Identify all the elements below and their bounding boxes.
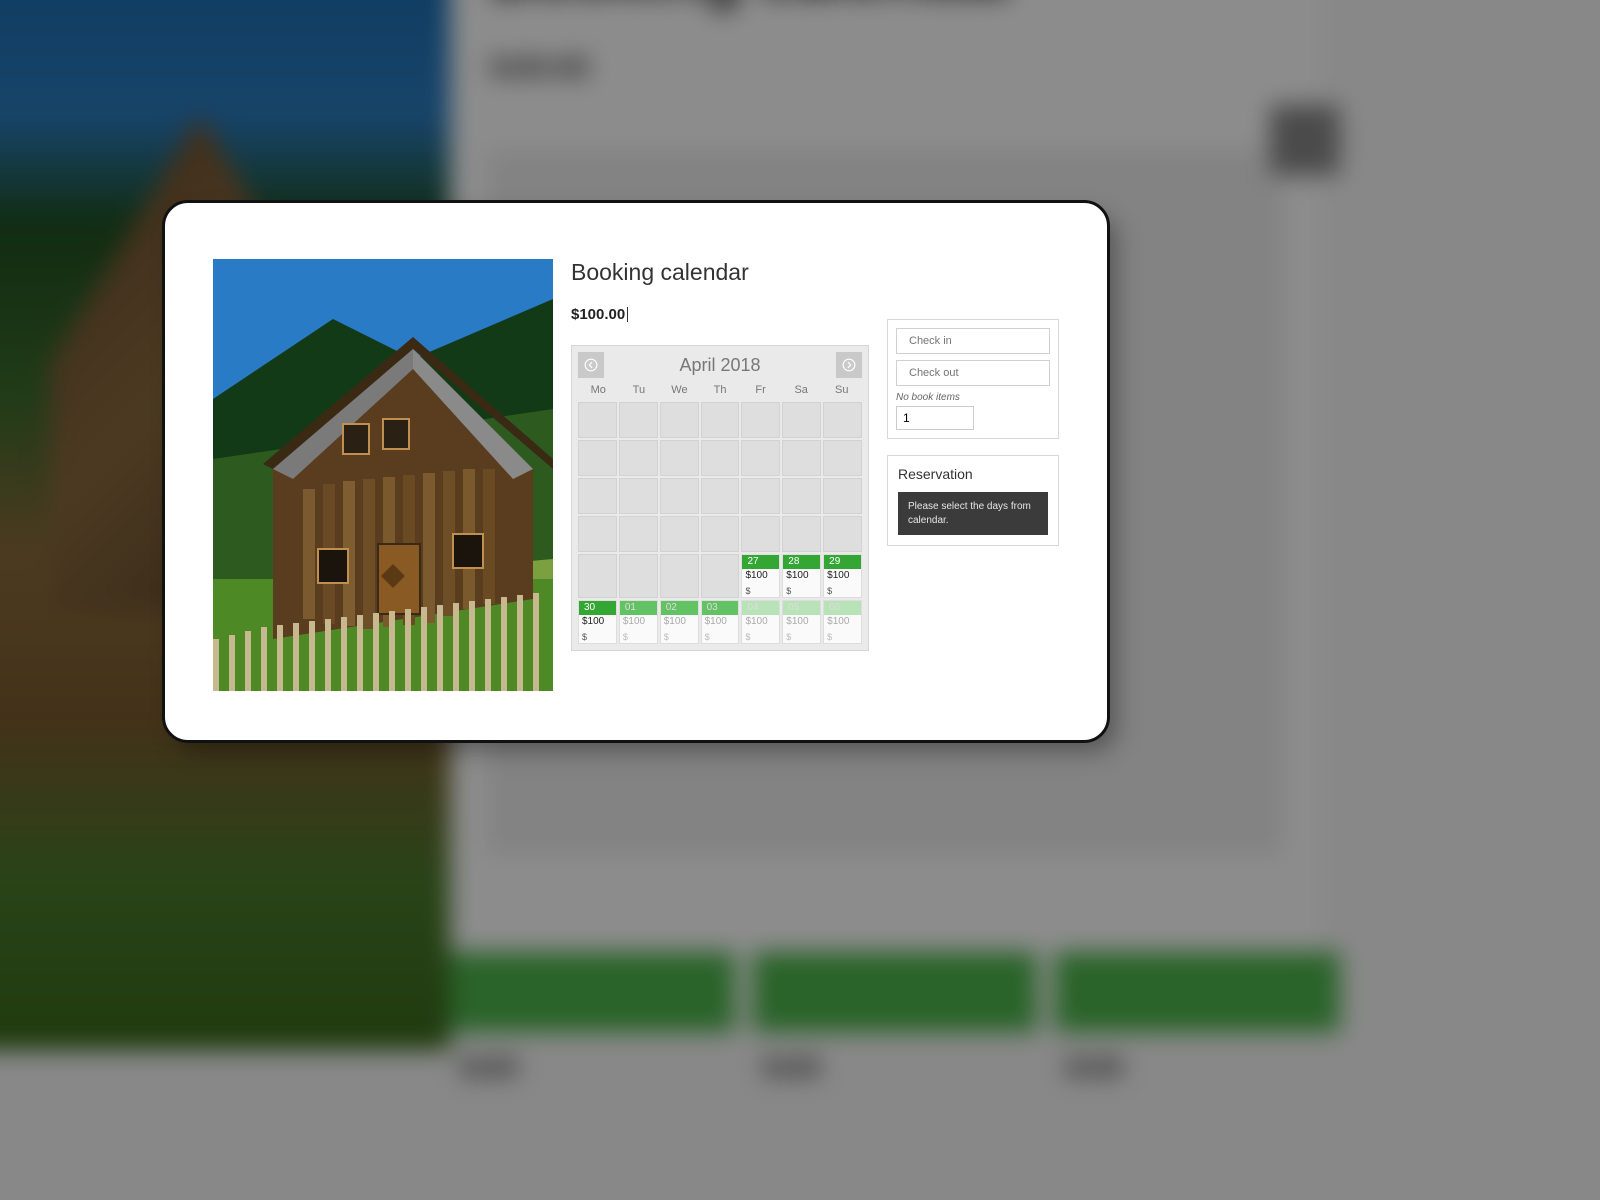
product-price: $100.00	[571, 306, 625, 323]
calendar-prev-button[interactable]	[578, 352, 604, 378]
checkin-input[interactable]	[909, 335, 1051, 347]
product-image	[213, 259, 553, 691]
calendar-day[interactable]: 28 $100 $	[782, 554, 821, 598]
calendar-day[interactable]: 06 $100 $	[823, 600, 862, 644]
calendar-day-names: Mo Tu We Th Fr Sa Su	[578, 384, 862, 396]
calendar-day[interactable]: 02 $100 $	[660, 600, 699, 644]
booking-modal: Booking calendar $100.00 April 2018 Mo T…	[162, 200, 1110, 743]
calendar: April 2018 Mo Tu We Th Fr Sa Su	[571, 345, 869, 651]
checkin-field[interactable]	[896, 328, 1050, 354]
reservation-widget: Reservation Please select the days from …	[887, 455, 1059, 546]
chevron-left-icon	[584, 358, 598, 372]
calendar-day[interactable]: 27 $100 $	[741, 554, 780, 598]
no-book-input[interactable]	[896, 406, 974, 430]
bg-price: $100.00	[490, 52, 584, 83]
calendar-day[interactable]: 04 $100 $	[741, 600, 780, 644]
bg-available-days	[450, 952, 1340, 1032]
calendar-day[interactable]: 30 $100 $	[578, 600, 617, 644]
date-select-widget: No book items	[887, 319, 1059, 439]
product-title: Booking calendar	[571, 259, 869, 286]
bg-available-prices: $100 $100 $100	[450, 1052, 1340, 1122]
calendar-day[interactable]: 29 $100 $	[823, 554, 862, 598]
calendar-day[interactable]: 03 $100 $	[701, 600, 740, 644]
calendar-next-button[interactable]	[836, 352, 862, 378]
bg-page-title: Booking calendar	[490, 0, 1280, 12]
bg-info-icon	[1270, 105, 1340, 175]
checkout-input[interactable]	[909, 367, 1051, 379]
calendar-month-label: April 2018	[679, 355, 760, 376]
calendar-day[interactable]: 05 $100 $	[782, 600, 821, 644]
no-book-label: No book items	[896, 392, 1050, 403]
checkout-field[interactable]	[896, 360, 1050, 386]
chevron-right-icon	[842, 358, 856, 372]
reservation-title: Reservation	[898, 466, 1048, 482]
calendar-day[interactable]: 01 $100 $	[619, 600, 658, 644]
reservation-message: Please select the days from calendar.	[898, 492, 1048, 535]
calendar-grid: 27 $100 $ 28 $100 $ 29	[578, 402, 862, 644]
